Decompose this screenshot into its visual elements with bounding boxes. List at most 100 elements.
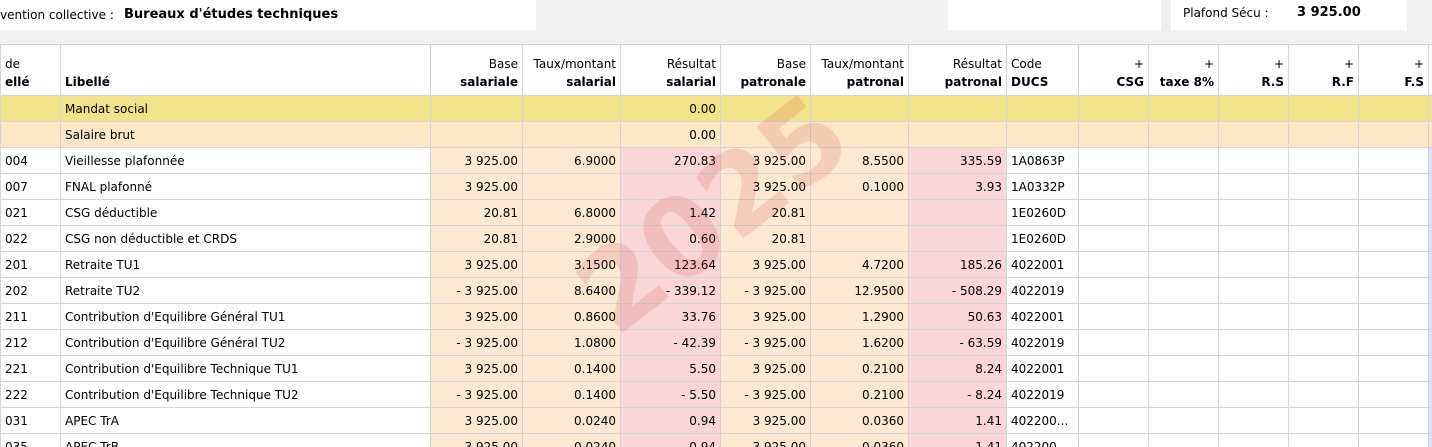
cell-rf[interactable]	[1288, 277, 1359, 304]
cell-t[interactable]: A	[1428, 355, 1432, 382]
cell-taxe-8[interactable]	[1148, 251, 1219, 278]
cell-resultat-salarial[interactable]: 270.83	[620, 147, 721, 174]
cell-code[interactable]: 021	[0, 199, 61, 226]
table-row[interactable]: 007 FNAL plafonné 3 925.00 3 925.00 0.1000 3.…	[0, 173, 1432, 200]
cell-code[interactable]: 201	[0, 251, 61, 278]
cell-csg[interactable]	[1078, 147, 1149, 174]
cell-taux-patronal[interactable]	[810, 121, 909, 148]
cell-taxe-8[interactable]	[1148, 303, 1219, 330]
cell-base-patronale[interactable]: 3 925.00	[720, 303, 811, 330]
column-header-rs[interactable]: + R.S	[1218, 44, 1289, 96]
column-header-base-salariale[interactable]: Base salariale	[430, 44, 523, 96]
cell-base-salariale[interactable]: - 3 925.00	[430, 381, 523, 408]
cell-code-ducs[interactable]: 4022001	[1006, 251, 1079, 278]
cell-csg[interactable]	[1078, 251, 1149, 278]
table-row[interactable]: Salaire brut 0.00	[0, 121, 1432, 148]
cell-base-patronale[interactable]: 3 925.00	[720, 433, 811, 447]
table-row[interactable]: 031 APEC TrA 3 925.00 0.0240 0.94 3 925.00 0.0…	[0, 407, 1432, 434]
cell-code-ducs[interactable]: 4022001	[1006, 355, 1079, 382]
cell-fs[interactable]	[1358, 121, 1429, 148]
cell-t[interactable]: A	[1428, 277, 1432, 304]
cell-taux-patronal[interactable]: 12.9500	[810, 277, 909, 304]
cell-resultat-salarial[interactable]: 5.50	[620, 355, 721, 382]
cell-t[interactable]: A	[1428, 303, 1432, 330]
cell-libelle[interactable]: APEC TrB	[60, 433, 431, 447]
cell-rf[interactable]	[1288, 355, 1359, 382]
cell-taxe-8[interactable]	[1148, 433, 1219, 447]
cell-rs[interactable]	[1218, 303, 1289, 330]
cell-taxe-8[interactable]	[1148, 95, 1219, 122]
cell-rs[interactable]	[1218, 199, 1289, 226]
cell-rf[interactable]	[1288, 329, 1359, 356]
cell-taux-patronal[interactable]: 0.0360	[810, 433, 909, 447]
cell-csg[interactable]	[1078, 407, 1149, 434]
cell-t[interactable]	[1428, 121, 1432, 148]
cell-resultat-salarial[interactable]: 123.64	[620, 251, 721, 278]
cell-base-patronale[interactable]	[720, 95, 811, 122]
cell-resultat-salarial[interactable]: - 5.50	[620, 381, 721, 408]
table-row[interactable]: 202 Retraite TU2- 3 925.00 8.6400- 339.12-…	[0, 277, 1432, 304]
cell-taux-salarial[interactable]: 6.8000	[522, 199, 621, 226]
cell-libelle[interactable]: CSG non déductible et CRDS	[60, 225, 431, 252]
cell-t[interactable]: A	[1428, 407, 1432, 434]
cell-resultat-patronal[interactable]: 3.93	[908, 173, 1007, 200]
column-header-fs[interactable]: + F.S	[1358, 44, 1429, 96]
cell-t[interactable]: A	[1428, 251, 1432, 278]
cell-taux-salarial[interactable]: 8.6400	[522, 277, 621, 304]
cell-libelle[interactable]: Vieillesse plafonnée	[60, 147, 431, 174]
cell-resultat-patronal[interactable]: - 63.59	[908, 329, 1007, 356]
cell-csg[interactable]	[1078, 277, 1149, 304]
cell-csg[interactable]	[1078, 381, 1149, 408]
cell-taux-salarial[interactable]: 0.1400	[522, 355, 621, 382]
column-header-rf[interactable]: + R.F	[1288, 44, 1359, 96]
cell-resultat-patronal[interactable]	[908, 121, 1007, 148]
cell-csg[interactable]	[1078, 303, 1149, 330]
cell-rs[interactable]	[1218, 251, 1289, 278]
cell-base-patronale[interactable]: - 3 925.00	[720, 381, 811, 408]
table-row[interactable]: 022 CSG non déductible et CRDS 20.81 2.9000…	[0, 225, 1432, 252]
column-header-base-patronale[interactable]: Base patronale	[720, 44, 811, 96]
cell-code[interactable]: 007	[0, 173, 61, 200]
cell-csg[interactable]	[1078, 225, 1149, 252]
cell-code-ducs[interactable]: 1A0863P	[1006, 147, 1079, 174]
cell-taxe-8[interactable]	[1148, 277, 1219, 304]
cell-taux-patronal[interactable]: 0.2100	[810, 381, 909, 408]
cell-code[interactable]: 031	[0, 407, 61, 434]
cell-rs[interactable]	[1218, 147, 1289, 174]
cell-code[interactable]: 221	[0, 355, 61, 382]
cell-rf[interactable]	[1288, 251, 1359, 278]
cell-resultat-salarial[interactable]: 0.00	[620, 121, 721, 148]
cell-taux-patronal[interactable]: 0.1000	[810, 173, 909, 200]
cell-rs[interactable]	[1218, 381, 1289, 408]
cell-taux-patronal[interactable]: 1.2900	[810, 303, 909, 330]
cell-taux-salarial[interactable]: 0.0240	[522, 433, 621, 447]
cell-resultat-patronal[interactable]	[908, 225, 1007, 252]
cell-taux-patronal[interactable]: 0.0360	[810, 407, 909, 434]
cell-rf[interactable]	[1288, 407, 1359, 434]
cell-rf[interactable]	[1288, 121, 1359, 148]
cell-taux-salarial[interactable]	[522, 121, 621, 148]
table-row[interactable]: 035 APEC TrB 3 925.00 0.0240 0.94 3 925.00 0.0…	[0, 433, 1432, 447]
cell-t[interactable]: A	[1428, 329, 1432, 356]
cell-code[interactable]: 035	[0, 433, 61, 447]
cell-resultat-patronal[interactable]: - 508.29	[908, 277, 1007, 304]
cell-taxe-8[interactable]	[1148, 199, 1219, 226]
cell-fs[interactable]	[1358, 329, 1429, 356]
cell-code[interactable]: 211	[0, 303, 61, 330]
cell-resultat-salarial[interactable]: 0.94	[620, 433, 721, 447]
cell-libelle[interactable]: FNAL plafonné	[60, 173, 431, 200]
cell-code[interactable]: 202	[0, 277, 61, 304]
cell-base-salariale[interactable]	[430, 95, 523, 122]
cell-libelle[interactable]: Salaire brut	[60, 121, 431, 148]
cell-resultat-salarial[interactable]: 0.00	[620, 95, 721, 122]
cell-resultat-salarial[interactable]: 0.60	[620, 225, 721, 252]
cell-rs[interactable]	[1218, 225, 1289, 252]
cell-code-ducs[interactable]	[1006, 121, 1079, 148]
cell-resultat-patronal[interactable]: 8.24	[908, 355, 1007, 382]
cell-fs[interactable]	[1358, 381, 1429, 408]
cell-resultat-salarial[interactable]: 1.42	[620, 199, 721, 226]
cell-taux-patronal[interactable]: 4.7200	[810, 251, 909, 278]
cell-taux-salarial[interactable]: 6.9000	[522, 147, 621, 174]
cell-fs[interactable]	[1358, 199, 1429, 226]
cell-rf[interactable]	[1288, 381, 1359, 408]
